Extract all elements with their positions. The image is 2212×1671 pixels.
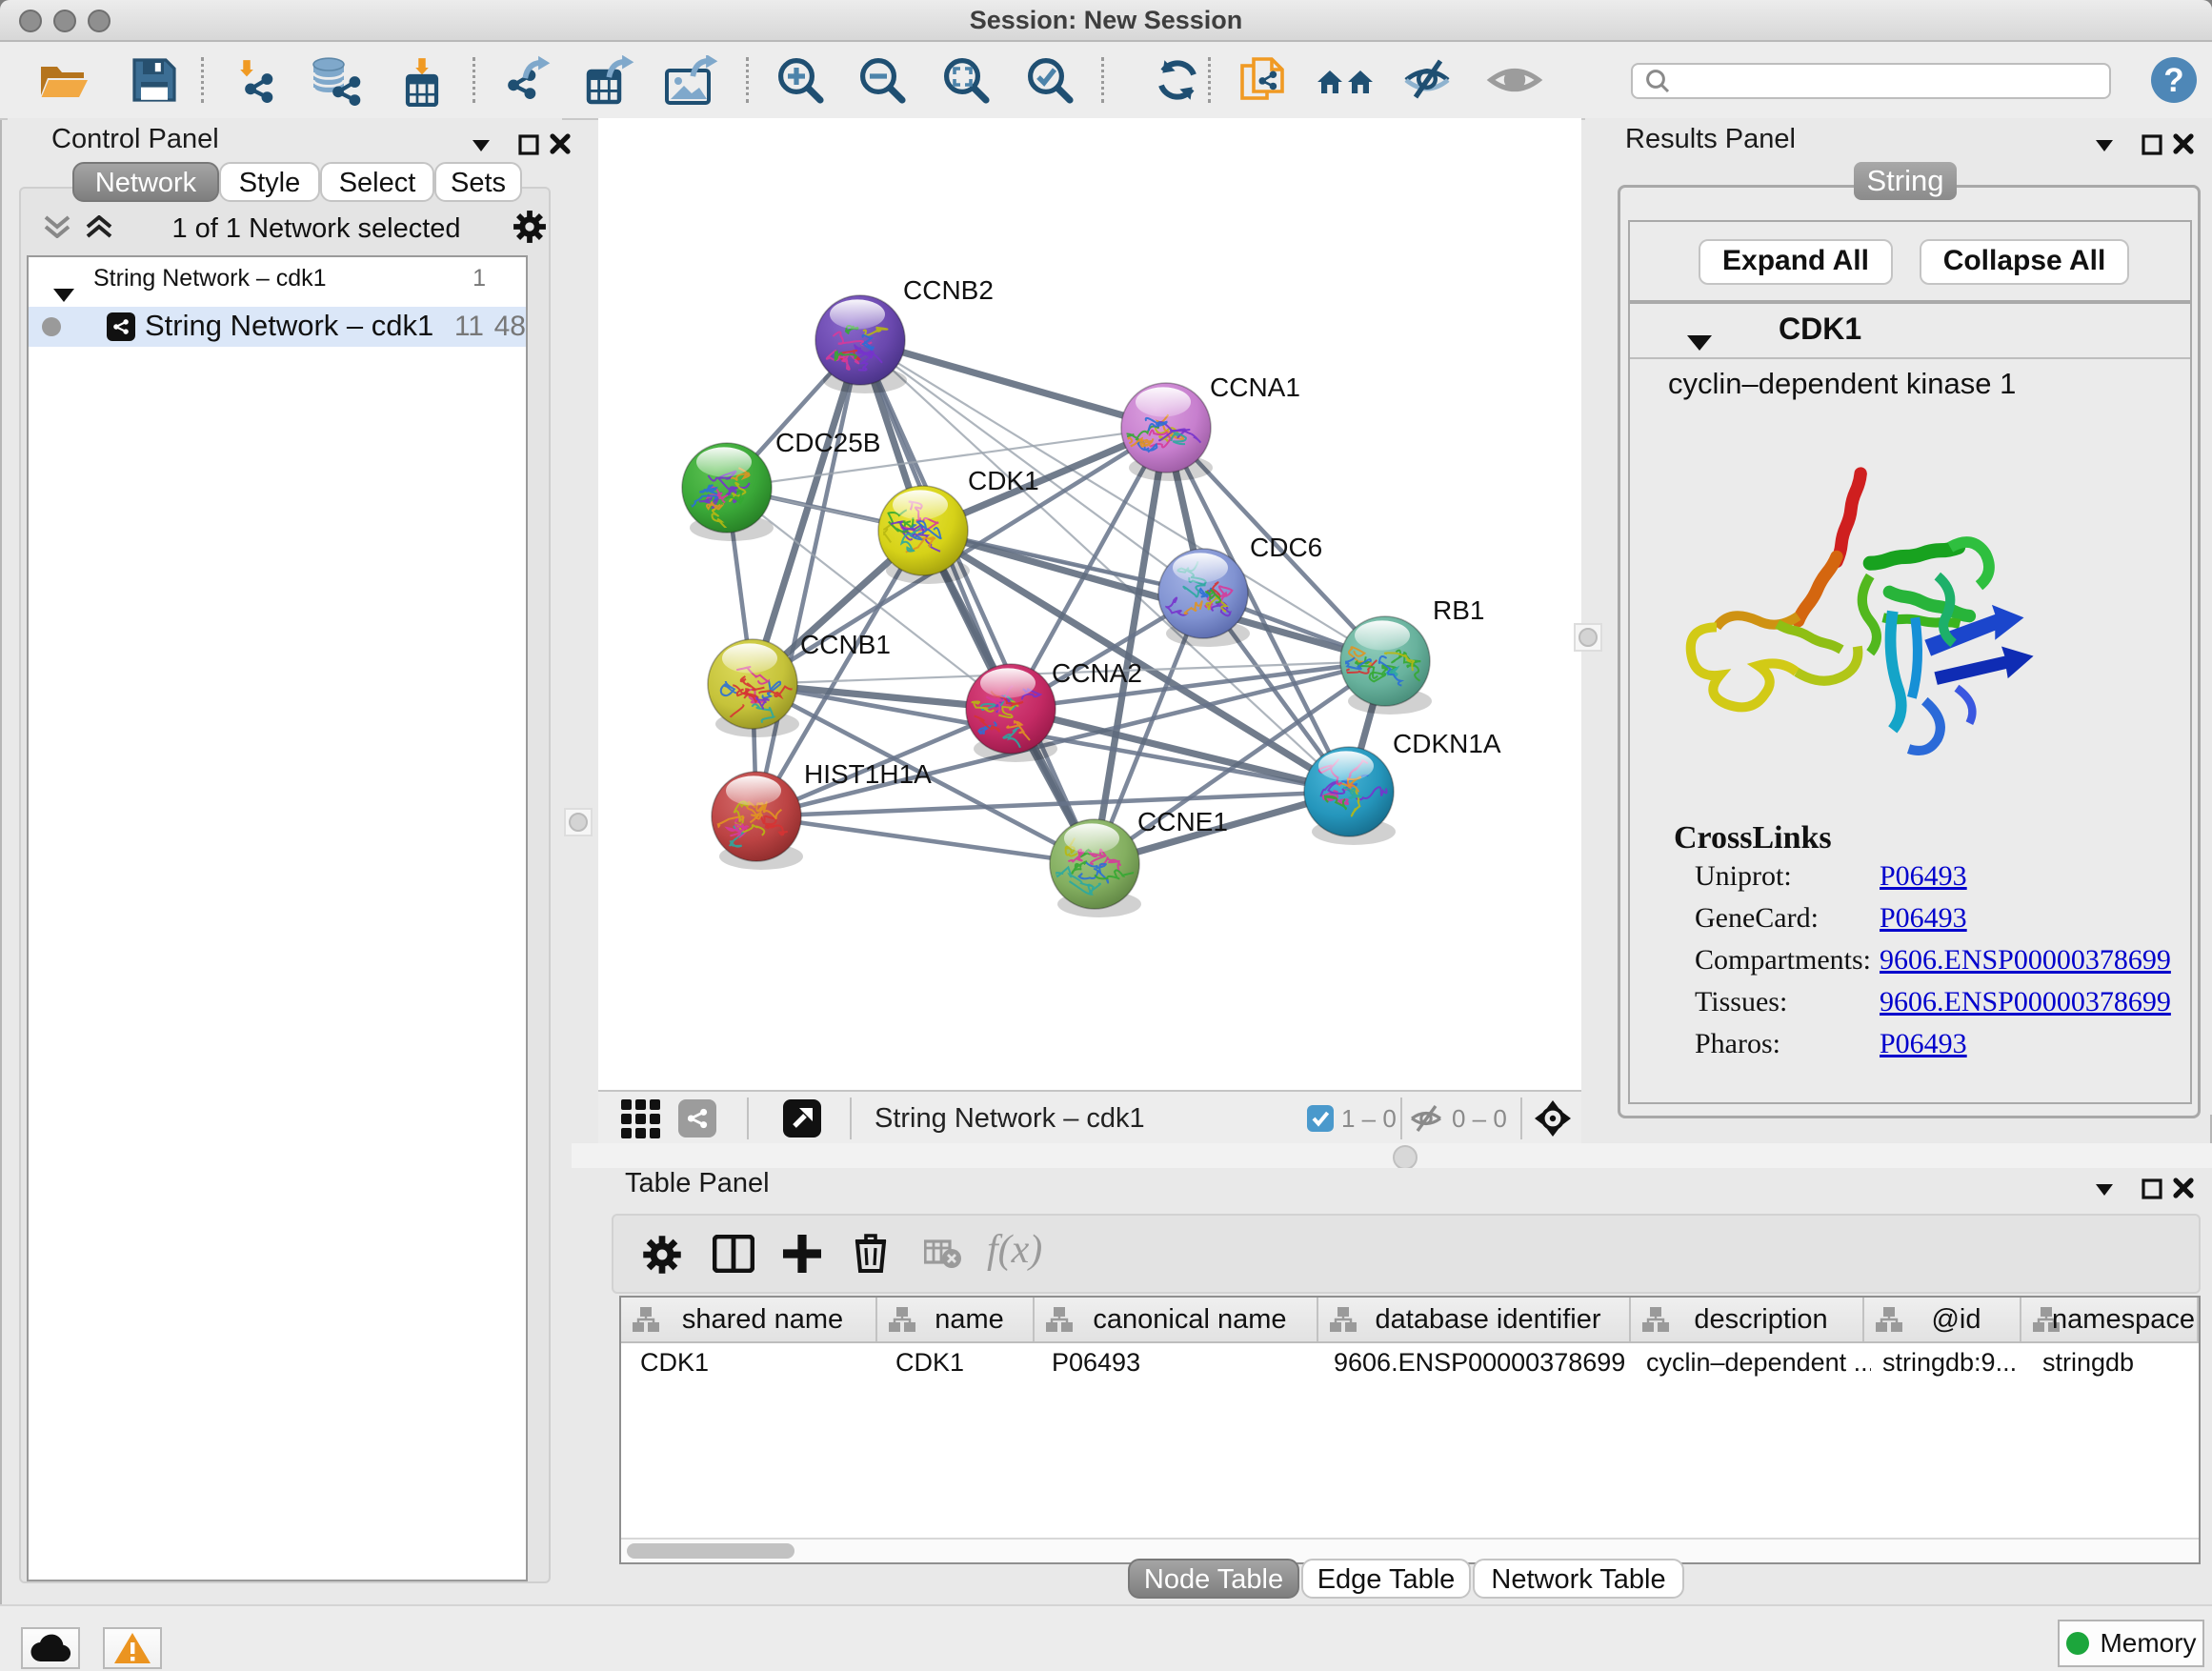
svg-text:CCNB1: CCNB1 [800,630,891,659]
svg-text:CCNA2: CCNA2 [1052,658,1142,688]
svg-text:CCNA1: CCNA1 [1210,372,1300,402]
svg-text:HIST1H1A: HIST1H1A [804,759,932,789]
svg-text:CDKN1A: CDKN1A [1393,729,1501,758]
svg-text:?: ? [2163,62,2183,99]
svg-text:CCNB2: CCNB2 [903,275,994,305]
svg-text:CDC6: CDC6 [1250,533,1322,562]
svg-text:CDC25B: CDC25B [775,428,880,457]
svg-text:CDK1: CDK1 [968,466,1039,495]
svg-text:CCNE1: CCNE1 [1137,807,1228,836]
svg-text:RB1: RB1 [1433,595,1484,625]
